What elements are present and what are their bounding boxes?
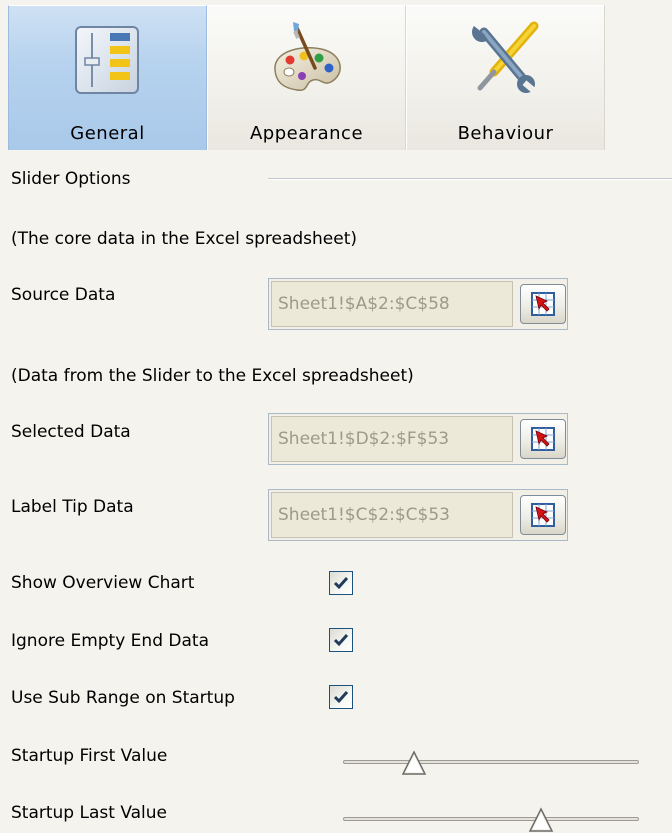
slider-track xyxy=(343,817,639,821)
selected-data-input[interactable] xyxy=(271,416,513,462)
startup-last-value-slider[interactable] xyxy=(343,803,639,833)
startup-last-value-label: Startup Last Value xyxy=(11,803,167,823)
slider-data-note: (Data from the Slider to the Excel sprea… xyxy=(11,366,414,386)
group-divider xyxy=(268,178,672,180)
range-select-icon xyxy=(531,292,555,316)
label-tip-data-range xyxy=(268,489,568,541)
range-select-icon xyxy=(531,427,555,451)
checkmark-icon xyxy=(333,577,349,590)
tab-bar: General Appearance Behaviour xyxy=(8,5,606,150)
selected-data-range xyxy=(268,413,568,465)
tab-behaviour[interactable]: Behaviour xyxy=(406,5,605,150)
selected-data-pick-button[interactable] xyxy=(520,419,566,459)
tab-appearance[interactable]: Appearance xyxy=(207,5,406,150)
ignore-empty-end-data-label: Ignore Empty End Data xyxy=(11,631,209,651)
slider-track xyxy=(343,760,639,764)
label-tip-data-pick-button[interactable] xyxy=(520,495,566,535)
source-data-input[interactable] xyxy=(271,281,513,327)
general-settings-icon xyxy=(74,26,139,94)
show-overview-chart-checkbox[interactable] xyxy=(329,571,353,595)
startup-first-value-slider[interactable] xyxy=(343,746,639,776)
startup-first-value-label: Startup First Value xyxy=(11,746,168,766)
core-data-note: (The core data in the Excel spreadsheet) xyxy=(11,229,357,249)
label-tip-data-label: Label Tip Data xyxy=(11,497,134,517)
label-tip-data-input[interactable] xyxy=(271,492,513,538)
use-sub-range-on-startup-checkbox[interactable] xyxy=(329,685,353,709)
range-select-icon xyxy=(531,503,555,527)
checkmark-icon xyxy=(333,691,349,704)
selected-data-label: Selected Data xyxy=(11,422,131,442)
group-title: Slider Options xyxy=(11,169,131,189)
tab-general-label: General xyxy=(70,123,145,144)
slider-thumb[interactable] xyxy=(528,807,554,833)
tab-appearance-label: Appearance xyxy=(249,123,364,144)
ignore-empty-end-data-checkbox[interactable] xyxy=(329,628,353,652)
tab-behaviour-label: Behaviour xyxy=(457,123,554,144)
slider-thumb[interactable] xyxy=(401,750,427,776)
source-data-pick-button[interactable] xyxy=(520,284,566,324)
tools-icon xyxy=(471,21,538,93)
use-sub-range-on-startup-label: Use Sub Range on Startup xyxy=(11,688,235,708)
tab-general[interactable]: General xyxy=(8,5,207,150)
source-data-label: Source Data xyxy=(11,285,116,305)
source-data-range xyxy=(268,278,568,330)
show-overview-chart-label: Show Overview Chart xyxy=(11,573,195,593)
paint-palette-icon xyxy=(273,22,341,91)
checkmark-icon xyxy=(333,634,349,647)
